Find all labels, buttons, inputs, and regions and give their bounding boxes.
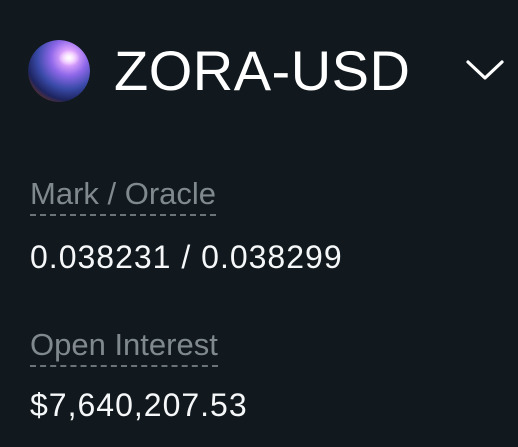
zora-token-orb-icon [28,40,90,102]
open-interest-label[interactable]: Open Interest [30,329,218,367]
mark-oracle-value: 0.038231 / 0.038299 [30,239,343,275]
mark-oracle-label[interactable]: Mark / Oracle [30,178,217,216]
market-symbol: ZORA-USD [114,39,411,102]
market-selector[interactable]: ZORA-USD [28,38,504,104]
open-interest-value: $7,640,207.53 [30,387,248,423]
chevron-down-icon[interactable] [466,58,504,82]
